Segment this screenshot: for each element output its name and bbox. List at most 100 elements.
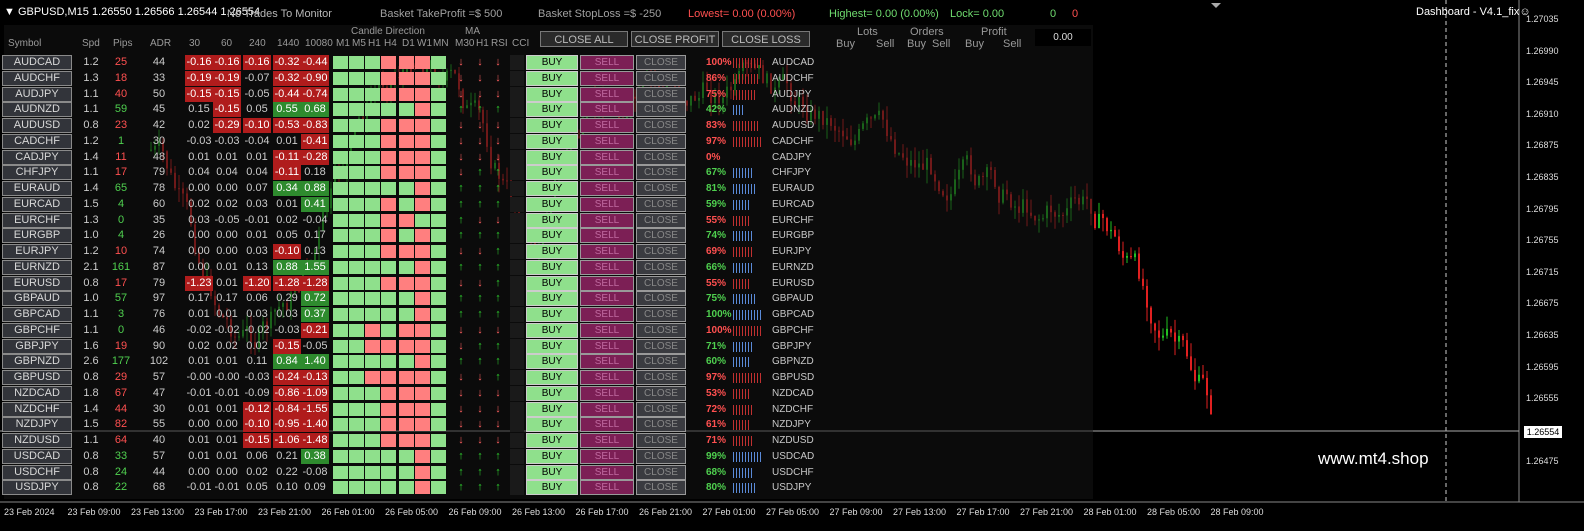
buy-button-audcad[interactable]: BUY <box>526 55 578 70</box>
sell-button-nzdjpy[interactable]: SELL <box>580 417 634 433</box>
sell-button-audusd[interactable]: SELL <box>580 118 634 133</box>
sell-button-usdchf[interactable]: SELL <box>580 464 634 480</box>
close-button-audusd[interactable]: CLOSE <box>636 118 686 133</box>
sell-button-gbpcad[interactable]: SELL <box>580 307 634 322</box>
buy-button-gbpaud[interactable]: BUY <box>526 291 578 307</box>
sell-button-eurchf[interactable]: SELL <box>580 212 634 228</box>
symbol-button-eurgbp[interactable]: EURGBP <box>2 228 72 244</box>
buy-button-audchf[interactable]: BUY <box>526 70 578 86</box>
symbol-button-audnzd[interactable]: AUDNZD <box>2 102 72 118</box>
sell-button-eurgbp[interactable]: SELL <box>580 228 634 244</box>
symbol-button-gbpcad[interactable]: GBPCAD <box>2 307 72 322</box>
sell-button-audcad[interactable]: SELL <box>580 55 634 70</box>
sell-button-audnzd[interactable]: SELL <box>580 102 634 118</box>
buy-button-gbpusd[interactable]: BUY <box>526 370 578 385</box>
buy-button-gbpjpy[interactable]: BUY <box>526 338 578 354</box>
buy-button-eurjpy[interactable]: BUY <box>526 244 578 259</box>
close-button-usdcad[interactable]: CLOSE <box>636 448 686 464</box>
close-button-nzdchf[interactable]: CLOSE <box>636 401 686 417</box>
sell-button-eurjpy[interactable]: SELL <box>580 244 634 259</box>
buy-button-gbpcad[interactable]: BUY <box>526 307 578 322</box>
symbol-button-cadjpy[interactable]: CADJPY <box>2 149 72 165</box>
close-profit-button[interactable]: CLOSE PROFIT <box>631 31 719 47</box>
buy-button-audjpy[interactable]: BUY <box>526 86 578 102</box>
buy-button-usdjpy[interactable]: BUY <box>526 480 578 496</box>
close-button-cadjpy[interactable]: CLOSE <box>636 149 686 165</box>
symbol-button-chfjpy[interactable]: CHFJPY <box>2 165 72 181</box>
symbol-button-usdcad[interactable]: USDCAD <box>2 448 72 464</box>
close-button-nzdusd[interactable]: CLOSE <box>636 433 686 448</box>
buy-button-nzdusd[interactable]: BUY <box>526 433 578 448</box>
sell-button-nzdcad[interactable]: SELL <box>580 385 634 401</box>
close-button-gbpjpy[interactable]: CLOSE <box>636 338 686 354</box>
buy-button-cadjpy[interactable]: BUY <box>526 149 578 165</box>
buy-button-audnzd[interactable]: BUY <box>526 102 578 118</box>
sell-button-audjpy[interactable]: SELL <box>580 86 634 102</box>
close-button-gbpchf[interactable]: CLOSE <box>636 322 686 338</box>
buy-button-nzdchf[interactable]: BUY <box>526 401 578 417</box>
sell-button-gbpjpy[interactable]: SELL <box>580 338 634 354</box>
symbol-button-audchf[interactable]: AUDCHF <box>2 70 72 86</box>
symbol-button-usdjpy[interactable]: USDJPY <box>2 480 72 496</box>
sell-button-gbpusd[interactable]: SELL <box>580 370 634 385</box>
symbol-button-eurusd[interactable]: EURUSD <box>2 275 72 291</box>
close-button-audjpy[interactable]: CLOSE <box>636 86 686 102</box>
close-all-button[interactable]: CLOSE ALL <box>540 31 628 47</box>
buy-button-usdchf[interactable]: BUY <box>526 464 578 480</box>
buy-button-audusd[interactable]: BUY <box>526 118 578 133</box>
close-button-euraud[interactable]: CLOSE <box>636 181 686 196</box>
buy-button-gbpchf[interactable]: BUY <box>526 322 578 338</box>
symbol-button-nzdchf[interactable]: NZDCHF <box>2 401 72 417</box>
symbol-button-gbpaud[interactable]: GBPAUD <box>2 291 72 307</box>
buy-button-cadchf[interactable]: BUY <box>526 133 578 149</box>
close-button-audnzd[interactable]: CLOSE <box>636 102 686 118</box>
close-button-usdchf[interactable]: CLOSE <box>636 464 686 480</box>
symbol-button-gbpjpy[interactable]: GBPJPY <box>2 338 72 354</box>
sell-button-usdcad[interactable]: SELL <box>580 448 634 464</box>
sell-button-usdjpy[interactable]: SELL <box>580 480 634 496</box>
sell-button-eurnzd[interactable]: SELL <box>580 259 634 275</box>
buy-button-euraud[interactable]: BUY <box>526 181 578 196</box>
symbol-button-audusd[interactable]: AUDUSD <box>2 118 72 133</box>
sell-button-gbpnzd[interactable]: SELL <box>580 354 634 370</box>
sell-button-nzdchf[interactable]: SELL <box>580 401 634 417</box>
buy-button-eurcad[interactable]: BUY <box>526 196 578 212</box>
close-button-gbpaud[interactable]: CLOSE <box>636 291 686 307</box>
symbol-button-audcad[interactable]: AUDCAD <box>2 55 72 70</box>
sell-button-cadchf[interactable]: SELL <box>580 133 634 149</box>
close-button-gbpcad[interactable]: CLOSE <box>636 307 686 322</box>
buy-button-chfjpy[interactable]: BUY <box>526 165 578 181</box>
buy-button-nzdcad[interactable]: BUY <box>526 385 578 401</box>
close-button-chfjpy[interactable]: CLOSE <box>636 165 686 181</box>
sell-button-eurusd[interactable]: SELL <box>580 275 634 291</box>
buy-button-eurchf[interactable]: BUY <box>526 212 578 228</box>
symbol-button-eurchf[interactable]: EURCHF <box>2 212 72 228</box>
close-button-eurjpy[interactable]: CLOSE <box>636 244 686 259</box>
close-button-nzdcad[interactable]: CLOSE <box>636 385 686 401</box>
close-loss-button[interactable]: CLOSE LOSS <box>722 31 810 47</box>
close-button-usdjpy[interactable]: CLOSE <box>636 480 686 496</box>
close-button-eurgbp[interactable]: CLOSE <box>636 228 686 244</box>
symbol-button-gbpnzd[interactable]: GBPNZD <box>2 354 72 370</box>
symbol-button-euraud[interactable]: EURAUD <box>2 181 72 196</box>
buy-button-usdcad[interactable]: BUY <box>526 448 578 464</box>
close-button-cadchf[interactable]: CLOSE <box>636 133 686 149</box>
close-button-eurnzd[interactable]: CLOSE <box>636 259 686 275</box>
sell-button-nzdusd[interactable]: SELL <box>580 433 634 448</box>
close-button-eurusd[interactable]: CLOSE <box>636 275 686 291</box>
close-button-nzdjpy[interactable]: CLOSE <box>636 417 686 433</box>
sell-button-chfjpy[interactable]: SELL <box>580 165 634 181</box>
symbol-button-gbpchf[interactable]: GBPCHF <box>2 322 72 338</box>
symbol-button-audjpy[interactable]: AUDJPY <box>2 86 72 102</box>
sell-button-euraud[interactable]: SELL <box>580 181 634 196</box>
close-button-eurchf[interactable]: CLOSE <box>636 212 686 228</box>
buy-button-nzdjpy[interactable]: BUY <box>526 417 578 433</box>
symbol-button-nzdusd[interactable]: NZDUSD <box>2 433 72 448</box>
close-button-audcad[interactable]: CLOSE <box>636 55 686 70</box>
buy-button-eurnzd[interactable]: BUY <box>526 259 578 275</box>
symbol-button-eurcad[interactable]: EURCAD <box>2 196 72 212</box>
close-button-gbpnzd[interactable]: CLOSE <box>636 354 686 370</box>
buy-button-eurgbp[interactable]: BUY <box>526 228 578 244</box>
close-button-eurcad[interactable]: CLOSE <box>636 196 686 212</box>
symbol-button-eurnzd[interactable]: EURNZD <box>2 259 72 275</box>
